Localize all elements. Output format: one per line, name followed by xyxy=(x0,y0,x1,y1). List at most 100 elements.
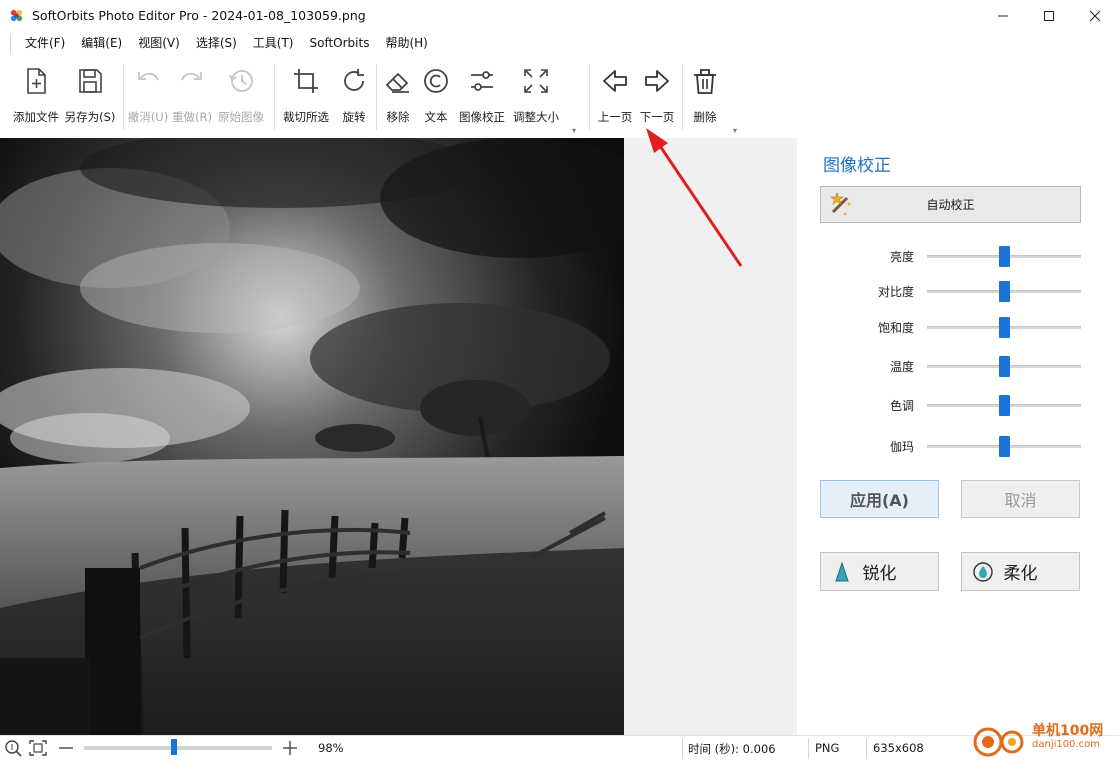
undo-label: 撤消(U) xyxy=(127,110,169,124)
menu-file[interactable]: 文件(F) xyxy=(17,31,73,56)
window-title: SoftOrbits Photo Editor Pro - 2024-01-08… xyxy=(32,8,366,23)
crop-label: 裁切所选 xyxy=(283,110,329,124)
toolbar-group-history: 撤消(U) 重做(R) 原始图像 xyxy=(126,60,268,134)
toolbar-group-tools: 移除 文本 图像校正 调整大小 xyxy=(379,60,563,134)
gamma-slider-thumb[interactable] xyxy=(998,436,1010,457)
close-icon xyxy=(1089,10,1101,21)
image-canvas[interactable] xyxy=(0,138,797,735)
previous-page-label: 上一页 xyxy=(597,110,633,124)
status-separator xyxy=(808,738,809,759)
delete-label: 删除 xyxy=(693,110,717,124)
danji100-logo-icon xyxy=(973,727,1024,757)
redo-button[interactable]: 重做(R) xyxy=(170,60,214,134)
toolbar-separator xyxy=(123,64,124,130)
toolbar-separator xyxy=(682,64,683,130)
rotate-label: 旋转 xyxy=(342,110,366,124)
auto-correct-button[interactable]: 自动校正 xyxy=(820,186,1081,223)
menu-edit[interactable]: 编辑(E) xyxy=(73,31,130,56)
soften-button[interactable]: 柔化 xyxy=(961,552,1080,591)
redo-label: 重做(R) xyxy=(172,110,212,124)
resize-label: 调整大小 xyxy=(513,110,559,124)
contrast-slider-thumb[interactable] xyxy=(998,281,1010,302)
save-as-label: 另存为(S) xyxy=(64,110,116,124)
undo-button[interactable]: 撤消(U) xyxy=(126,60,170,134)
text-button[interactable]: 文本 xyxy=(417,60,455,134)
minimize-button[interactable] xyxy=(980,0,1026,31)
cancel-button[interactable]: 取消 xyxy=(961,480,1080,518)
maximize-icon xyxy=(1044,10,1054,21)
remove-label: 移除 xyxy=(386,110,410,124)
crop-button[interactable]: 裁切所选 xyxy=(278,60,334,134)
menu-tools[interactable]: 工具(T) xyxy=(245,31,302,56)
menu-help[interactable]: 帮助(H) xyxy=(377,31,435,56)
rotate-icon xyxy=(344,69,364,91)
auto-correct-label: 自动校正 xyxy=(926,198,975,212)
contrast-slider-row: 对比度 xyxy=(797,281,1119,302)
next-page-label: 下一页 xyxy=(639,110,675,124)
minimize-icon xyxy=(998,15,1008,16)
original-image-label: 原始图像 xyxy=(218,110,264,124)
toolbar-group-navigate: 上一页 下一页 xyxy=(594,60,678,134)
menu-softorbits[interactable]: SoftOrbits xyxy=(302,31,378,56)
magic-wand-icon xyxy=(830,192,851,216)
image-correction-button[interactable]: 图像校正 xyxy=(455,60,509,134)
tint-slider-thumb[interactable] xyxy=(998,395,1010,416)
toolbar-group-edit: 裁切所选 旋转 xyxy=(278,60,374,134)
remove-button[interactable]: 移除 xyxy=(379,60,417,134)
image-dimensions: 635x608 xyxy=(873,741,924,755)
sharpen-button[interactable]: 锐化 xyxy=(820,552,939,591)
toolbar-group-delete: 删除 xyxy=(686,60,724,134)
title-bar: SoftOrbits Photo Editor Pro - 2024-01-08… xyxy=(0,0,1119,31)
soften-icon xyxy=(973,562,993,582)
brightness-slider-thumb[interactable] xyxy=(998,246,1010,267)
status-bar: 98% 时间 (秒): 0.006 PNG 635x608 xyxy=(0,735,1119,760)
apply-button[interactable]: 应用(A) xyxy=(820,480,939,518)
rotate-button[interactable]: 旋转 xyxy=(334,60,374,134)
soften-label: 柔化 xyxy=(1003,564,1038,584)
delete-button[interactable]: 删除 xyxy=(686,60,724,134)
temperature-slider-thumb[interactable] xyxy=(998,356,1010,377)
next-page-button[interactable]: 下一页 xyxy=(636,60,678,134)
zoom-slider-thumb[interactable] xyxy=(171,739,178,755)
toolbar-separator xyxy=(589,64,590,130)
arrow-left-icon xyxy=(603,70,627,92)
zoom-out-icon[interactable] xyxy=(56,739,76,757)
menu-bar: 文件(F) 编辑(E) 视图(V) 选择(S) 工具(T) SoftOrbits… xyxy=(0,31,1119,56)
previous-page-button[interactable]: 上一页 xyxy=(594,60,636,134)
sliders-icon xyxy=(471,71,493,91)
add-file-icon xyxy=(27,68,46,94)
watermark-text: 单机100网 xyxy=(1032,723,1104,739)
toolbar-group-file: 添加文件 另存为(S) xyxy=(8,60,116,134)
zoom-value: 98% xyxy=(318,741,344,755)
site-watermark: 单机100网 danji100.com xyxy=(970,720,1119,760)
saturation-slider-thumb[interactable] xyxy=(998,317,1010,338)
menu-view[interactable]: 视图(V) xyxy=(130,31,188,56)
original-image-button[interactable]: 原始图像 xyxy=(214,60,268,134)
image-correction-panel: 图像校正 自动校正 亮度 对比度 饱和度 温度 色调 伽玛 应用(A) 取消 锐… xyxy=(797,138,1119,735)
close-button[interactable] xyxy=(1072,0,1118,31)
processing-time: 时间 (秒): 0.006 xyxy=(688,742,776,756)
sharpen-icon xyxy=(835,561,849,582)
contrast-label: 对比度 xyxy=(877,285,914,299)
temperature-slider-row: 温度 xyxy=(797,356,1119,377)
menu-select[interactable]: 选择(S) xyxy=(188,31,245,56)
zoom-icon[interactable] xyxy=(4,739,24,757)
add-file-button[interactable]: 添加文件 xyxy=(8,60,64,134)
toolbar-overflow-icon[interactable]: ▾ xyxy=(572,126,576,135)
toolbar-separator xyxy=(274,64,275,130)
saturation-slider-row: 饱和度 xyxy=(797,317,1119,338)
maximize-button[interactable] xyxy=(1026,0,1072,31)
undo-icon xyxy=(138,72,159,81)
history-icon xyxy=(229,70,253,92)
copyright-text-icon xyxy=(424,69,448,93)
toolbar-separator xyxy=(376,64,377,130)
save-as-button[interactable]: 另存为(S) xyxy=(64,60,116,134)
crop-icon xyxy=(294,69,318,93)
trash-icon xyxy=(694,69,716,94)
toolbar-overflow-icon[interactable]: ▾ xyxy=(733,126,737,135)
zoom-slider[interactable] xyxy=(84,746,272,750)
zoom-in-icon[interactable] xyxy=(280,739,300,757)
photo-image xyxy=(0,138,624,735)
fit-to-window-icon[interactable] xyxy=(28,739,48,757)
resize-button[interactable]: 调整大小 xyxy=(509,60,563,134)
